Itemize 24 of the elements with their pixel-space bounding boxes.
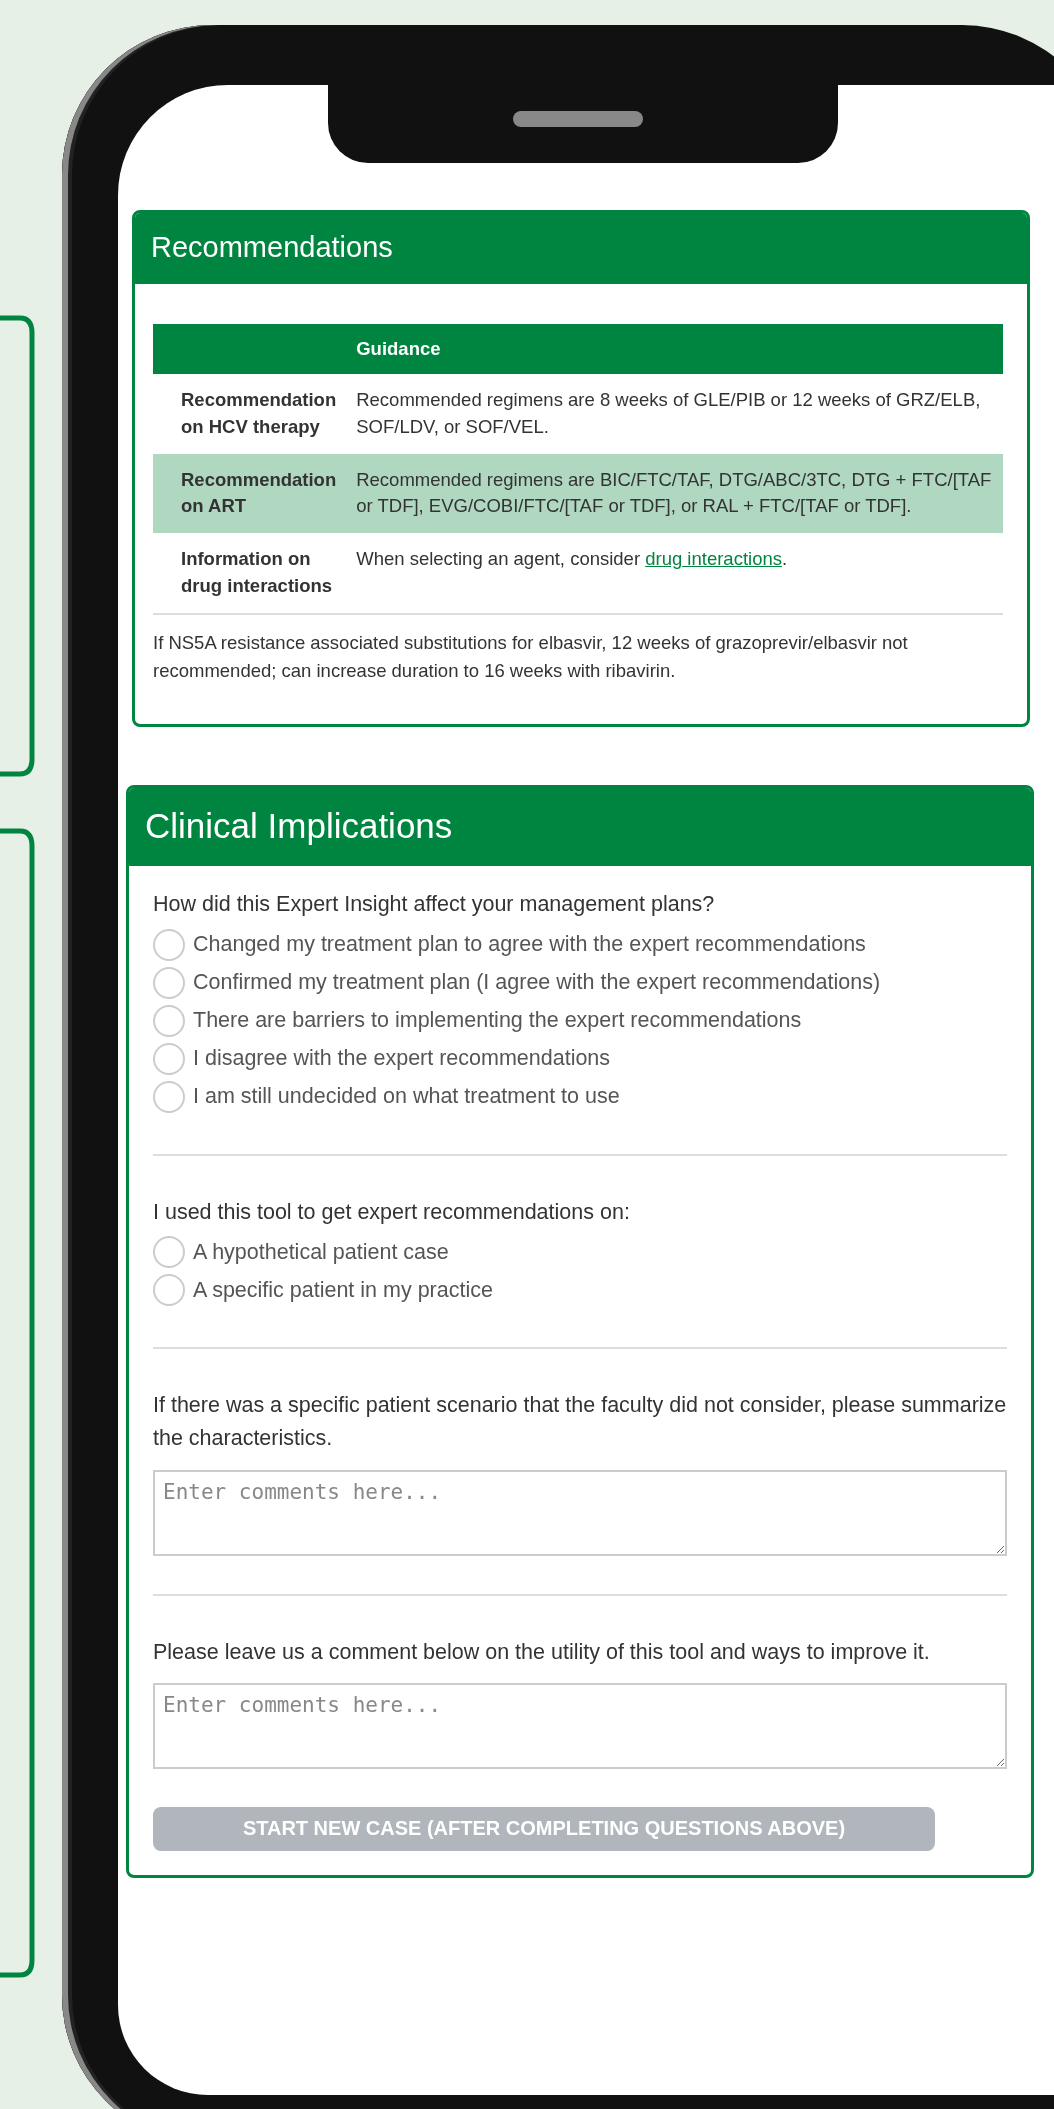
- column-header: Guidance: [346, 324, 1003, 374]
- comment-field[interactable]: Enter comments here...: [153, 1469, 1007, 1556]
- guidance-text: Recommended regimens are 8 weeks of GLE/PIB or 12 weeks of GRZ/ELB, SOF/LDV, or SOF/VEL.: [346, 374, 1003, 454]
- radio-option[interactable]: Changed my treatment plan to agree with the expert recommendations: [153, 925, 1007, 964]
- row-label: Information on drug interactions: [153, 533, 347, 613]
- guidance-text: When selecting an agent, consider drug interactions.: [346, 533, 1003, 613]
- radio-option[interactable]: A hypothetical patient case: [153, 1233, 1007, 1271]
- question-text: Please leave us a comment below on the utility of this tool and ways to improve it.: [153, 1638, 931, 1666]
- row-label: Recommendation on HCV therapy: [153, 374, 347, 454]
- radio-option[interactable]: There are barriers to implementing the expert recommendations: [153, 1001, 1007, 1040]
- comment-field[interactable]: Enter comments here...: [153, 1682, 1007, 1769]
- radio-option[interactable]: A specific patient in my practice: [153, 1271, 1007, 1309]
- radio-option[interactable]: I am still undecided on what treatment to use: [153, 1077, 1007, 1116]
- question-text: I used this tool to get expert recommendations on:: [153, 1198, 631, 1226]
- card-title: Clinical Implications: [129, 788, 1031, 867]
- question-text: If there was a specific patient scenario that the faculty did not consider, please summarize the characteristics.: [153, 1392, 1007, 1453]
- guidance-text: Recommended regimens are BIC/FTC/TAF, DTG/ABC/3TC, DTG + FTC/[TAF or TDF], EVG/COBI/FTC/[TAF or TDF], or RAL + FTC/[TAF or TDF].: [346, 453, 1003, 534]
- row-label: Recommendation on ART: [153, 453, 347, 534]
- footnote-text: If NS5A resistance associated substitutions for elbasvir, 12 weeks of grazoprevir/elbasvir not recommended; can increase duration to 16 weeks with ribavirin.: [153, 612, 1003, 685]
- radio-option[interactable]: I disagree with the expert recommendations: [153, 1039, 1007, 1078]
- question-text: How did this Expert Insight affect your management plans?: [153, 891, 716, 919]
- card-title: Recommendations: [135, 213, 1027, 284]
- drug-interactions-link[interactable]: drug interactions: [645, 548, 782, 570]
- radio-option[interactable]: Confirmed my treatment plan (I agree with the expert recommendations): [153, 963, 1007, 1002]
